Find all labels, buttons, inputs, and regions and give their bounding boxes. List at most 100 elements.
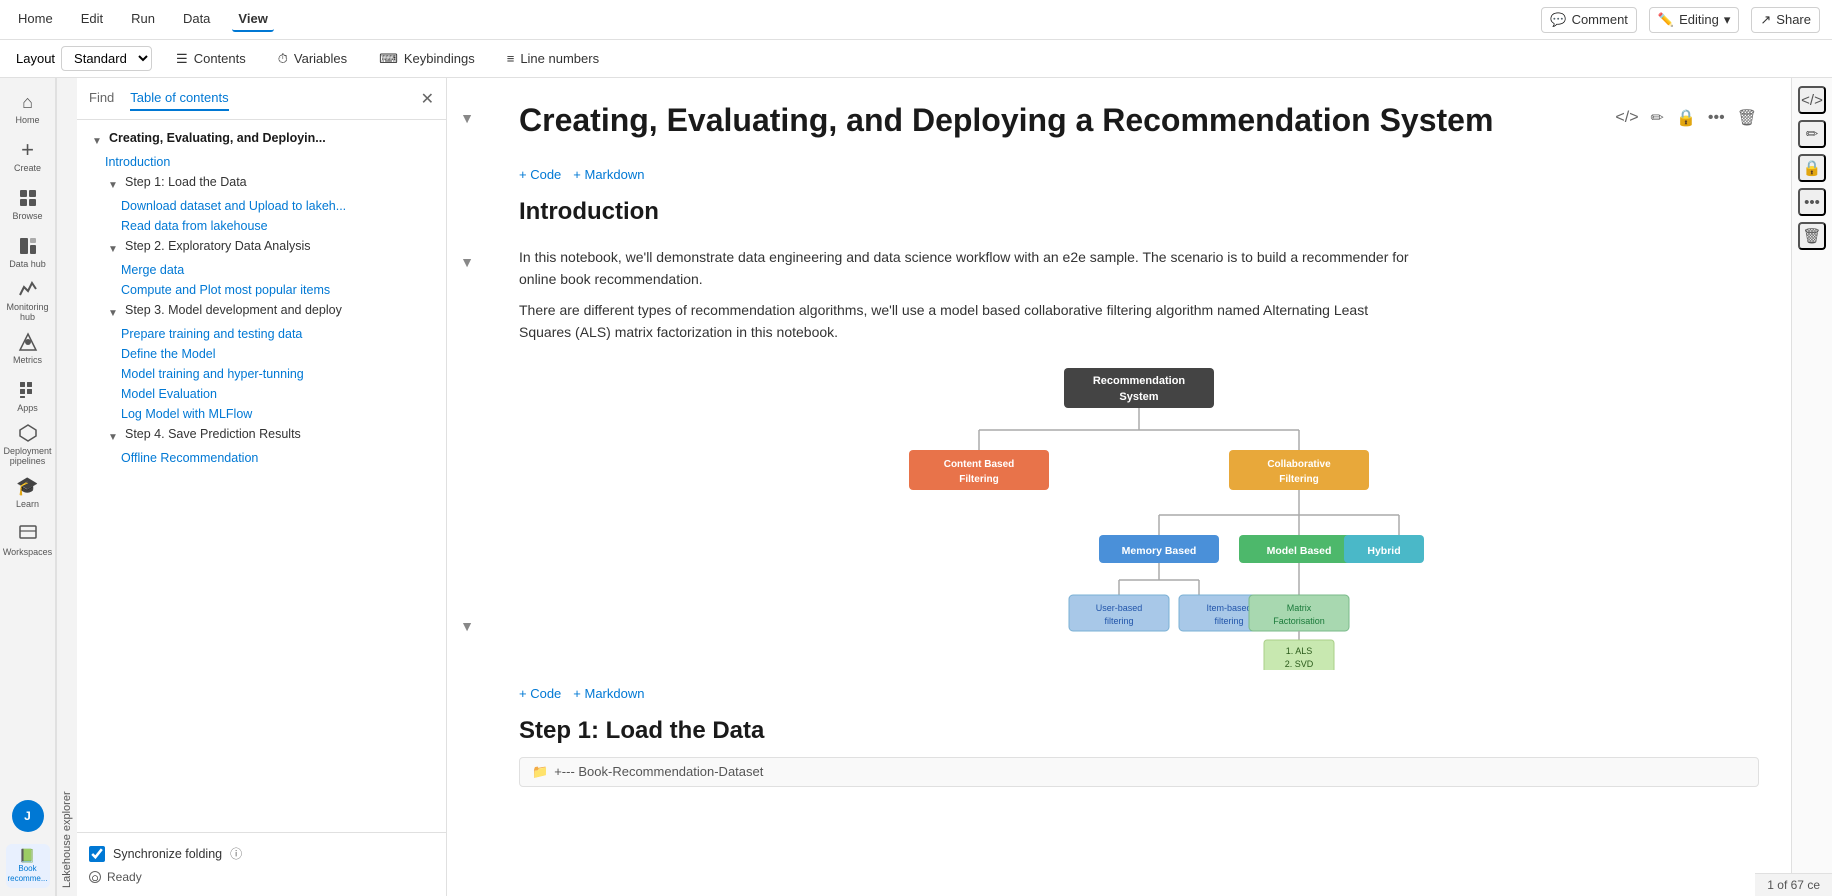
tab-find[interactable]: Find (89, 86, 114, 111)
toc-item-compute[interactable]: Compute and Plot most popular items (77, 280, 446, 300)
browse-icon (17, 187, 39, 209)
nav-view[interactable]: View (232, 7, 273, 32)
sidebar-item-book[interactable]: 📗 Bookrecomme... (6, 844, 50, 888)
dataset-bar[interactable]: 📁 +--- Book-Recommendation-Dataset (519, 757, 1759, 787)
svg-text:Model Based: Model Based (1267, 545, 1332, 557)
sidebar-item-deployment[interactable]: Deployment pipelines (6, 422, 50, 466)
share-button[interactable]: ↗ Share (1751, 7, 1820, 33)
sidebar-item-metrics[interactable]: Metrics (6, 326, 50, 370)
toc-item-training[interactable]: Model training and hyper-tunning (77, 364, 446, 384)
nav-run[interactable]: Run (125, 7, 161, 32)
comment-button[interactable]: 💬 Comment (1541, 7, 1637, 33)
line-numbers-button[interactable]: ≡ Line numbers (499, 47, 607, 70)
svg-text:filtering: filtering (1104, 616, 1133, 626)
layout-select[interactable]: Layout Standard (16, 46, 152, 71)
code-view-icon[interactable]: </> (1613, 107, 1640, 129)
toc-item-step3[interactable]: ▼ Step 3. Model development and deploy (77, 300, 446, 324)
toc-item-step2[interactable]: ▼ Step 2. Exploratory Data Analysis (77, 236, 446, 260)
step1-collapse-chevron[interactable]: ▼ (460, 618, 474, 634)
nav-home[interactable]: Home (12, 7, 59, 32)
right-delete-icon[interactable]: 🗑 (1798, 222, 1826, 250)
user-avatar[interactable]: J (12, 800, 44, 832)
lakehouse-explorer-label[interactable]: Lakehouse explorer (56, 78, 77, 896)
intro-collapse-chevron[interactable]: ▼ (460, 254, 474, 270)
toc-item-offline[interactable]: Offline Recommendation (77, 448, 446, 468)
toc-item-merge[interactable]: Merge data (77, 260, 446, 280)
svg-text:2. SVD: 2. SVD (1285, 659, 1314, 669)
share-icon: ↗ (1760, 12, 1771, 28)
svg-text:filtering: filtering (1214, 616, 1243, 626)
toc-item-download[interactable]: Download dataset and Upload to lakeh... (77, 196, 446, 216)
svg-text:User-based: User-based (1096, 603, 1143, 613)
sidebar-item-apps[interactable]: Apps (6, 374, 50, 418)
contents-button[interactable]: ☰ Contents (168, 47, 254, 71)
notebook-area: Creating, Evaluating, and Deploying a Re… (487, 78, 1791, 896)
contents-icon: ☰ (176, 51, 188, 67)
right-lock-icon[interactable]: 🔒 (1798, 154, 1826, 182)
add-code-button[interactable]: + Code (519, 167, 561, 182)
toc-item-intro[interactable]: Introduction (77, 152, 446, 172)
add-markdown-button[interactable]: + Markdown (573, 167, 644, 182)
sync-checkbox[interactable] (89, 846, 105, 862)
title-collapse-chevron[interactable]: ▼ (460, 110, 474, 126)
edit-icon: ✏️ (1658, 12, 1674, 28)
toc-item-step1[interactable]: ▼ Step 1: Load the Data (77, 172, 446, 196)
lock-icon[interactable]: 🔒 (1674, 106, 1698, 130)
sidebar-item-browse[interactable]: Browse (6, 182, 50, 226)
right-toolbar: </> ✏ 🔒 ••• 🗑 (1791, 78, 1832, 896)
sync-info-icon[interactable]: ⓘ (230, 845, 242, 862)
toc-item-log-model[interactable]: Log Model with MLFlow (77, 404, 446, 424)
learn-icon: 🎓 (17, 475, 39, 497)
toc-root-item[interactable]: ▼ Creating, Evaluating, and Deployin... (77, 128, 446, 152)
dataset-icon: 📁 (532, 764, 548, 780)
svg-text:Hybrid: Hybrid (1367, 545, 1400, 557)
sync-row: Synchronize folding ⓘ (89, 845, 434, 862)
sidebar-item-create[interactable]: + Create (6, 134, 50, 178)
add-markdown-button-2[interactable]: + Markdown (573, 686, 644, 701)
svg-text:System: System (1119, 391, 1158, 403)
chevron-down-icon: ▼ (105, 305, 121, 321)
toc-item-evaluation[interactable]: Model Evaluation (77, 384, 446, 404)
chevron-down-icon: ▼ (105, 429, 121, 445)
toc-item-prepare[interactable]: Prepare training and testing data (77, 324, 446, 344)
sidebar-item-monitoring[interactable]: Monitoring hub (6, 278, 50, 322)
chevron-down-icon: ▾ (1724, 12, 1731, 28)
page-indicator: 1 of 67 ce (1755, 873, 1832, 896)
editing-button[interactable]: ✏️ Editing ▾ (1649, 7, 1739, 33)
toc-close-button[interactable]: ✕ (421, 89, 434, 109)
line-numbers-icon: ≡ (507, 51, 515, 66)
toc-content: ▼ Creating, Evaluating, and Deployin... … (77, 120, 446, 832)
add-code-button-2[interactable]: + Code (519, 686, 561, 701)
add-row-after-intro: + Code + Markdown (519, 686, 1759, 701)
svg-text:Content Based: Content Based (944, 459, 1015, 470)
svg-text:Factorisation: Factorisation (1273, 616, 1325, 626)
nav-edit[interactable]: Edit (75, 7, 109, 32)
toc-panel: Find Table of contents ✕ ▼ Creating, Eva… (77, 78, 447, 896)
more-options-icon[interactable]: ••• (1706, 107, 1727, 129)
sidebar-item-learn[interactable]: 🎓 Learn (6, 470, 50, 514)
toc-bottom: Synchronize folding ⓘ ○ Ready (77, 832, 446, 896)
right-edit-icon[interactable]: ✏ (1798, 120, 1826, 148)
comment-icon: 💬 (1550, 12, 1566, 28)
notebook-gutter: ▼ ▼ ▼ (447, 78, 487, 896)
toc-item-read-data[interactable]: Read data from lakehouse (77, 216, 446, 236)
variables-button[interactable]: ⏱ Variables (270, 47, 355, 71)
keybindings-button[interactable]: ⌨ Keybindings (371, 47, 483, 71)
icon-sidebar: ⌂ Home + Create Browse Data hub Monitori… (0, 78, 56, 896)
layout-label: Layout (16, 51, 55, 66)
sidebar-item-datahub[interactable]: Data hub (6, 230, 50, 274)
delete-icon[interactable]: 🗑 (1735, 106, 1759, 130)
sidebar-item-workspaces[interactable]: Workspaces (6, 518, 50, 562)
layout-dropdown[interactable]: Standard (61, 46, 152, 71)
tab-table-of-contents[interactable]: Table of contents (130, 86, 228, 111)
sidebar-bottom: J 📗 Bookrecomme... (6, 800, 50, 896)
edit-pencil-icon[interactable]: ✏ (1649, 106, 1666, 130)
right-more-icon[interactable]: ••• (1798, 188, 1826, 216)
right-code-icon[interactable]: </> (1798, 86, 1826, 114)
sidebar-item-home[interactable]: ⌂ Home (6, 86, 50, 130)
toc-item-define-model[interactable]: Define the Model (77, 344, 446, 364)
nav-data[interactable]: Data (177, 7, 216, 32)
toc-item-step4[interactable]: ▼ Step 4. Save Prediction Results (77, 424, 446, 448)
svg-text:1. ALS: 1. ALS (1286, 646, 1313, 656)
svg-text:Memory Based: Memory Based (1122, 545, 1197, 557)
